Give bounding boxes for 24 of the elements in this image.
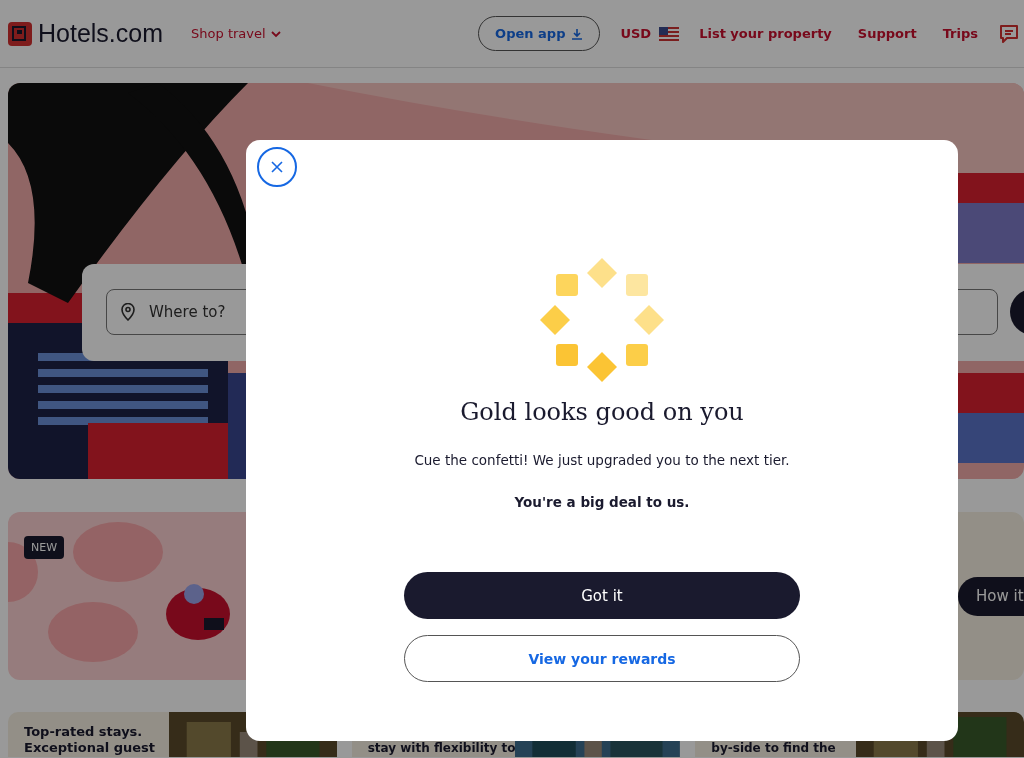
new-badge: NEW (24, 536, 65, 559)
card-text: Top-rated stays. Exceptional guest (23, 723, 157, 757)
card-text: stay with flexibility to (366, 740, 516, 757)
tier-badge-icon (540, 258, 664, 382)
nav-link[interactable]: List your property (699, 26, 832, 41)
modal-title: Gold looks good on you (460, 398, 744, 426)
modal-message: Cue the confetti! We just upgraded you to the next tier. (414, 452, 790, 468)
flag-icon (659, 26, 680, 41)
nav-link[interactable]: Support (857, 26, 917, 41)
shop-travel-menu[interactable]: Shop travel (191, 26, 281, 41)
chevron-down-icon (270, 29, 281, 38)
location-pin-icon (121, 303, 135, 321)
close-button[interactable] (257, 147, 297, 187)
logo-text[interactable]: Hotels.com (38, 19, 164, 48)
got-it-button[interactable]: Got it (404, 572, 800, 619)
how-it-works-button[interactable]: How it (958, 576, 1024, 616)
card-text: by-side to find the (710, 740, 837, 757)
download-icon (571, 27, 584, 40)
nav-link[interactable]: Trips (942, 26, 978, 41)
modal-emphasis-text: You're a big deal to us. (514, 494, 690, 510)
close-icon (271, 161, 283, 173)
chat-icon[interactable] (998, 22, 1020, 45)
logo-icon (8, 21, 32, 46)
currency-selector[interactable]: USD (620, 26, 680, 41)
